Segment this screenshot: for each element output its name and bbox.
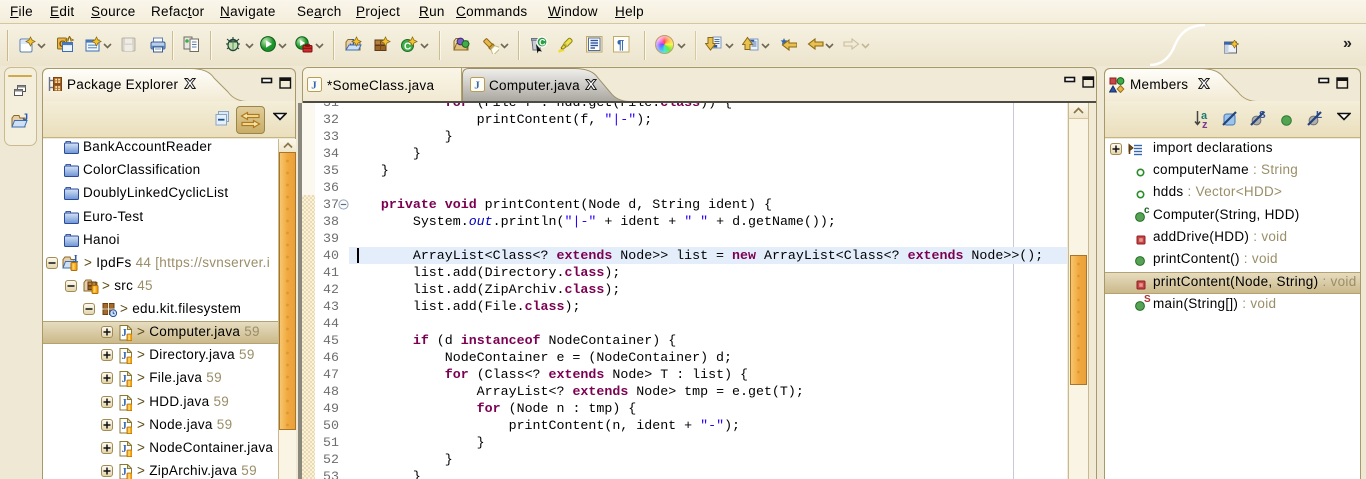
svg-text:J: J — [122, 328, 127, 339]
svg-text:J: J — [23, 113, 29, 124]
svg-text:J: J — [122, 398, 127, 409]
svg-text:J: J — [122, 467, 127, 478]
svg-text:C: C — [539, 38, 546, 48]
svg-text:J: J — [474, 80, 480, 92]
svg-text:J: J — [122, 374, 127, 385]
svg-text:z: z — [1202, 119, 1208, 129]
svg-text:J: J — [311, 80, 317, 92]
svg-text:J: J — [122, 351, 127, 362]
svg-text:¶: ¶ — [617, 37, 624, 52]
svg-text:J: J — [122, 444, 127, 455]
svg-text:C: C — [404, 42, 411, 53]
svg-text:J: J — [122, 421, 127, 432]
